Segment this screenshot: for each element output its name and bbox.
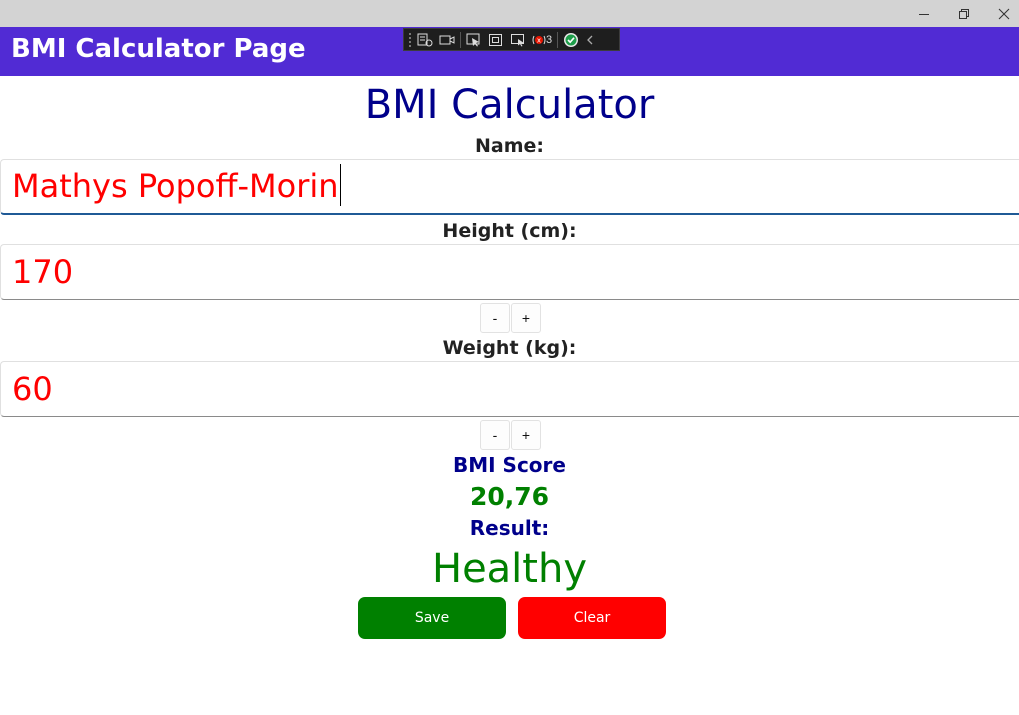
height-field-value: 170 (12, 253, 74, 291)
app-header-title: BMI Calculator Page (11, 34, 306, 64)
select-pointer-icon (466, 33, 480, 46)
binding-failures-button[interactable]: x 3 (529, 29, 555, 50)
height-label: Height (cm): (442, 220, 577, 242)
weight-field[interactable]: 60 (0, 361, 1019, 417)
weight-increment-button[interactable]: + (511, 420, 541, 450)
weight-label: Weight (kg): (442, 337, 577, 359)
height-increment-button[interactable]: + (511, 303, 541, 333)
weight-field-value: 60 (12, 370, 53, 408)
camera-icon (439, 35, 455, 44)
select-element-button[interactable] (463, 29, 485, 50)
binding-failure-count: 3 (546, 33, 553, 46)
minimize-icon (919, 13, 929, 15)
chevron-left-icon (587, 35, 593, 44)
weight-stepper: - + (480, 420, 544, 450)
live-tree-icon (417, 33, 433, 46)
collapse-toolbar-button[interactable] (582, 29, 598, 50)
close-icon (998, 8, 1010, 19)
svg-text:x: x (537, 36, 541, 44)
result-label: Result: (469, 516, 550, 540)
name-label: Name: (474, 135, 544, 157)
record-button[interactable] (436, 29, 458, 50)
track-focus-icon (511, 33, 524, 46)
live-visual-tree-button[interactable] (414, 29, 436, 50)
close-button[interactable] (984, 0, 1019, 27)
height-field[interactable]: 170 (0, 244, 1019, 300)
restore-button[interactable] (944, 0, 984, 27)
name-field[interactable]: Mathys Popoff-Morin (0, 159, 1019, 215)
page-title: BMI Calculator (364, 82, 655, 128)
minimize-button[interactable] (904, 0, 944, 27)
debug-toolbar: x 3 (403, 28, 620, 51)
clear-button[interactable]: Clear (518, 597, 666, 639)
text-cursor (339, 164, 341, 206)
height-stepper: - + (480, 303, 544, 333)
name-field-value: Mathys Popoff-Morin (12, 167, 339, 205)
drag-grip-icon[interactable] (406, 29, 414, 50)
result-value: Healthy (431, 546, 588, 592)
layout-adorner-icon (489, 33, 502, 46)
display-layout-adorners-button[interactable] (485, 29, 507, 50)
check-circle-icon (564, 32, 579, 47)
bmi-score-label: BMI Score (453, 453, 566, 477)
window-title-bar (0, 0, 1019, 27)
restore-icon (959, 8, 969, 19)
weight-decrement-button[interactable]: - (480, 420, 510, 450)
bmi-score-value: 20,76 (469, 482, 550, 511)
save-button[interactable]: Save (358, 597, 506, 639)
binding-failure-icon: x (532, 35, 546, 44)
hot-reload-status-button[interactable] (560, 29, 582, 50)
track-focus-button[interactable] (507, 29, 529, 50)
height-decrement-button[interactable]: - (480, 303, 510, 333)
